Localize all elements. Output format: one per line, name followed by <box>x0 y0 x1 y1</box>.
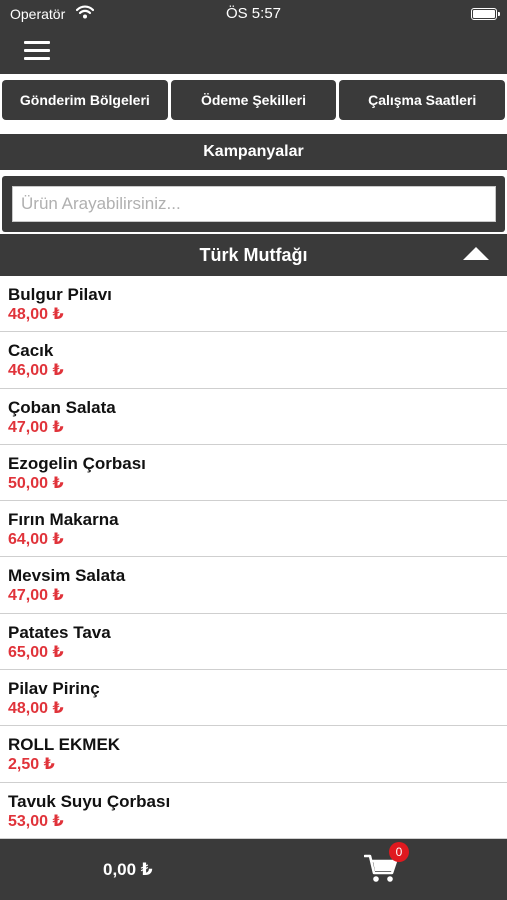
battery-icon <box>471 8 500 20</box>
tab-payment-methods[interactable]: Ödeme Şekilleri <box>170 80 337 120</box>
product-item[interactable]: ROLL EKMEK 2,50 ₺ <box>0 726 507 783</box>
product-item[interactable]: Pilav Pirinç 48,00 ₺ <box>0 670 507 727</box>
product-item[interactable]: Çoban Salata 47,00 ₺ <box>0 389 507 445</box>
product-price: 53,00 ₺ <box>8 812 64 830</box>
product-list: Bulgur Pilavı 48,00 ₺ Cacık 46,00 ₺ Çoba… <box>0 276 507 839</box>
product-name: Cacık <box>8 341 54 361</box>
product-item[interactable]: Patates Tava 65,00 ₺ <box>0 614 507 671</box>
category-title: Türk Mutfağı <box>199 245 308 265</box>
product-price: 47,00 ₺ <box>8 418 64 436</box>
product-name: ROLL EKMEK <box>8 735 121 755</box>
search-bar <box>2 176 505 232</box>
product-item[interactable]: Tavuk Suyu Çorbası 53,00 ₺ <box>0 783 507 839</box>
collapse-up-arrow-icon[interactable] <box>463 247 489 260</box>
product-price: 64,00 ₺ <box>8 531 64 549</box>
product-item[interactable]: Cacık 46,00 ₺ <box>0 332 507 389</box>
cart-total: 0,00 ₺ <box>103 860 153 879</box>
cart-count-badge: 0 <box>389 842 409 862</box>
product-name: Fırın Makarna <box>8 510 119 530</box>
product-name: Çoban Salata <box>8 397 116 417</box>
product-price: 47,00 ₺ <box>8 587 64 605</box>
product-item[interactable]: Bulgur Pilavı 48,00 ₺ <box>0 276 507 333</box>
product-price: 48,00 ₺ <box>8 700 64 718</box>
hamburger-menu-icon[interactable] <box>24 40 50 62</box>
top-bar: Operatör ÖS 5:57 <box>0 0 507 74</box>
product-item[interactable]: Fırın Makarna 64,00 ₺ <box>0 501 507 558</box>
category-header[interactable]: Türk Mutfağı <box>0 234 507 276</box>
product-price: 2,50 ₺ <box>8 756 55 774</box>
product-item[interactable]: Mevsim Salata 47,00 ₺ <box>0 557 507 614</box>
status-time: ÖS 5:57 <box>225 5 282 22</box>
product-name: Ezogelin Çorbası <box>8 453 146 473</box>
product-name: Mevsim Salata <box>8 566 126 586</box>
product-price: 50,00 ₺ <box>8 474 64 492</box>
product-price: 48,00 ₺ <box>8 306 64 323</box>
product-price: 65,00 ₺ <box>8 643 64 661</box>
product-name: Tavuk Suyu Çorbası <box>8 791 171 811</box>
product-name: Pilav Pirinç <box>8 679 100 699</box>
cart-footer: 0,00 ₺ <box>0 839 507 900</box>
campaigns-button[interactable]: Kampanyalar <box>0 134 507 170</box>
product-name: Patates Tava <box>8 622 111 642</box>
search-input[interactable] <box>12 186 496 222</box>
info-tabs: Gönderim Bölgeleri Ödeme Şekilleri Çalış… <box>2 80 506 120</box>
tab-delivery-regions[interactable]: Gönderim Bölgeleri <box>2 80 168 120</box>
product-price: 46,00 ₺ <box>8 362 64 380</box>
product-name: Bulgur Pilavı <box>8 285 112 304</box>
tab-working-hours[interactable]: Çalışma Saatleri <box>339 80 506 120</box>
product-item[interactable]: Ezogelin Çorbası 50,00 ₺ <box>0 445 507 502</box>
status-bar: Operatör ÖS 5:57 <box>0 0 507 28</box>
